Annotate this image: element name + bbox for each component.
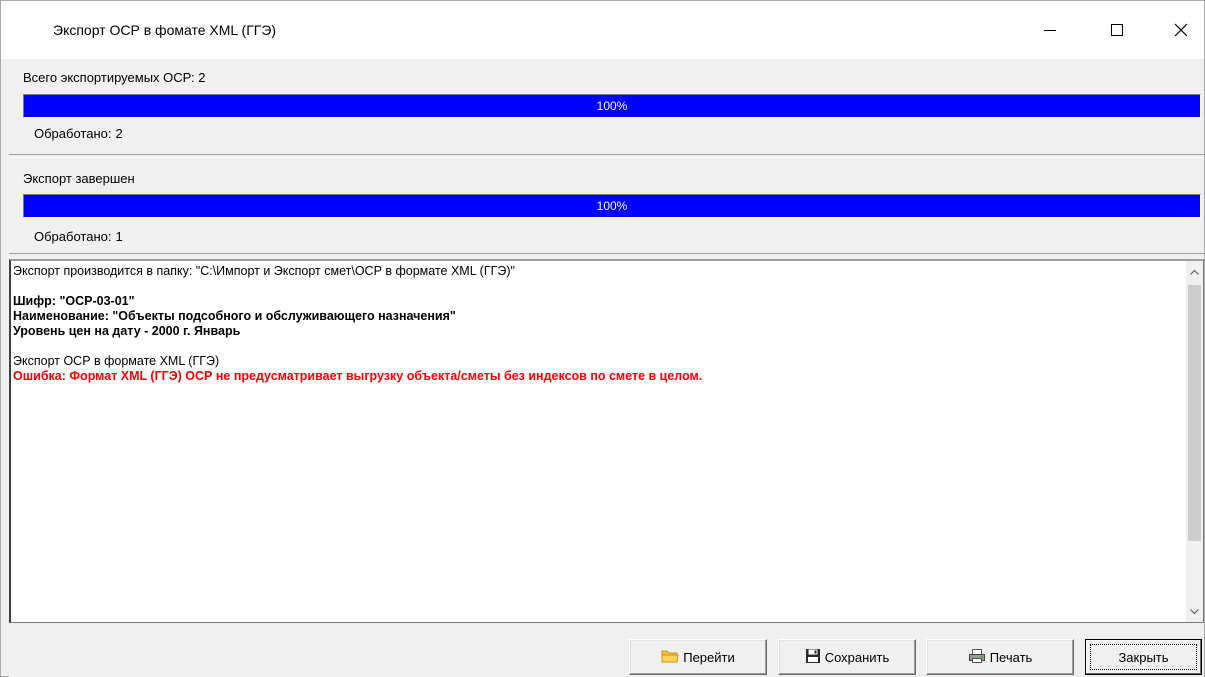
total-export-label: Всего экспортируемых ОСР: 2 [23, 70, 206, 85]
goto-button-label: Перейти [683, 649, 735, 665]
current-processed-value: 1 [115, 229, 123, 244]
close-icon [1174, 23, 1188, 37]
total-processed: Обработано: 2 [34, 126, 123, 141]
log-line: Наименование: "Объекты подсобного и обсл… [13, 309, 456, 323]
chevron-down-icon [1190, 608, 1199, 614]
log-scrollbar[interactable] [1186, 261, 1203, 622]
log-blank-line [13, 279, 1183, 294]
total-progress-panel: Всего экспортируемых ОСР: 2 100% Обработ… [9, 61, 1204, 155]
maximize-button[interactable] [1094, 1, 1140, 59]
close-button[interactable]: Закрыть [1085, 639, 1202, 675]
floppy-disk-icon [805, 648, 821, 667]
title-bar[interactable]: Экспорт ОСР в фомате XML (ГГЭ) [1, 1, 1204, 59]
current-processed-label: Обработано: [34, 229, 112, 244]
save-button-label: Сохранить [824, 649, 890, 665]
printer-icon [968, 648, 986, 667]
export-status-label: Экспорт завершен [23, 171, 135, 186]
export-log[interactable]: Экспорт производится в папку: "C:\Импорт… [9, 259, 1204, 623]
log-error-line: Ошибка: Формат XML (ГГЭ) ОСР не предусма… [13, 369, 703, 383]
scroll-down-button[interactable] [1186, 603, 1203, 620]
scroll-up-button[interactable] [1186, 263, 1203, 280]
log-blank-line [13, 339, 1183, 354]
log-content: Экспорт производится в папку: "C:\Импорт… [13, 264, 1183, 384]
total-progress-text: 100% [596, 99, 628, 113]
log-line: Шифр: "ОСР-03-01" [13, 294, 135, 308]
focus-rectangle [1090, 644, 1197, 670]
folder-icon [661, 648, 679, 667]
export-dialog-window: Экспорт ОСР в фомате XML (ГГЭ) Всего экс… [0, 0, 1205, 677]
current-progress-bar: 100% [23, 194, 1201, 218]
total-processed-value: 2 [115, 126, 123, 141]
chevron-up-icon [1190, 269, 1199, 275]
log-line: Экспорт производится в папку: "C:\Импорт… [13, 264, 515, 278]
print-button-label: Печать [989, 649, 1033, 665]
scroll-thumb[interactable] [1188, 285, 1201, 541]
current-progress-text: 100% [596, 199, 628, 213]
close-window-button[interactable] [1158, 1, 1204, 59]
save-button[interactable]: Сохранить [778, 639, 916, 675]
log-line: Уровень цен на дату - 2000 г. Январь [13, 324, 241, 338]
print-button[interactable]: Печать [926, 639, 1074, 675]
minimize-button[interactable] [1027, 1, 1073, 59]
total-processed-label: Обработано: [34, 126, 112, 141]
minimize-icon [1044, 30, 1056, 31]
current-progress-panel: Экспорт завершен 100% Обработано: 1 [9, 157, 1204, 254]
current-processed: Обработано: 1 [34, 229, 123, 244]
button-bar: Перейти Сохранить Печать Закрыть [9, 625, 1204, 677]
maximize-icon [1111, 24, 1123, 36]
goto-button[interactable]: Перейти [629, 639, 767, 675]
log-line: Экспорт ОСР в формате XML (ГГЭ) [13, 354, 220, 368]
window-title: Экспорт ОСР в фомате XML (ГГЭ) [53, 22, 277, 38]
total-progress-bar: 100% [23, 94, 1201, 118]
